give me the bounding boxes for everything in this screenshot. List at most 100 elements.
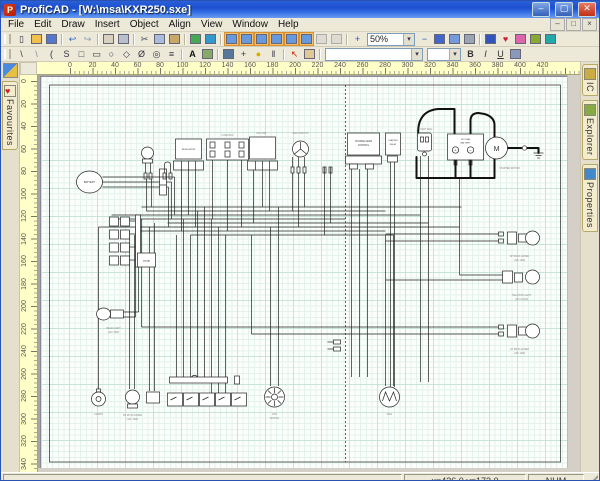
- image-view-icon[interactable]: [203, 32, 218, 46]
- main-switch-symbol[interactable]: MAIN SWITCH: [290, 132, 309, 174]
- regulator-symbol[interactable]: REGULATOR: [173, 138, 204, 171]
- horizontal-ruler[interactable]: 0 20 40 60 80 100 120 140 160 180 200 220 240 260 280 3…: [37, 62, 580, 75]
- align-left-icon[interactable]: [224, 32, 239, 46]
- drawing-canvas[interactable]: BATTERY REGULATOR FUSE BOX CDI UNIT MAIN…: [38, 75, 580, 472]
- wiring-diagram[interactable]: BATTERY REGULATOR FUSE BOX CDI UNIT MAIN…: [41, 77, 569, 469]
- minimize-button[interactable]: –: [532, 2, 550, 17]
- text-zoom-icon[interactable]: [508, 47, 523, 61]
- arc-tool-icon[interactable]: (: [44, 47, 59, 61]
- pins-tool-icon[interactable]: ‖: [266, 47, 281, 61]
- switch-assembly[interactable]: [167, 374, 247, 407]
- battery-symbol[interactable]: BATTERY: [76, 170, 103, 194]
- gate-tool-icon[interactable]: [221, 47, 236, 61]
- open-icon[interactable]: [29, 32, 44, 46]
- align-bottom-icon[interactable]: [299, 32, 314, 46]
- maximize-button[interactable]: ▢: [555, 2, 573, 17]
- mid-connectors[interactable]: [327, 339, 341, 352]
- mdi-restore-button[interactable]: □: [566, 18, 581, 31]
- bold-button[interactable]: B: [463, 47, 478, 61]
- export-page-icon[interactable]: [101, 32, 116, 46]
- copy-icon[interactable]: [152, 32, 167, 46]
- mdi-close-button[interactable]: ×: [582, 18, 597, 31]
- font-combo[interactable]: ▾: [325, 47, 423, 61]
- vertical-ruler[interactable]: 0 20 40 60 80 100 120 140 160 180 200 220 240 260 280 3…: [20, 75, 38, 472]
- vertical-scrollbar[interactable]: [567, 75, 580, 472]
- image-tool-icon[interactable]: [200, 47, 215, 61]
- tab-properties[interactable]: Properties: [582, 163, 598, 232]
- tail-stop-light-symbol[interactable]: TAIL/STOP LIGHT (12V 5/21W): [502, 269, 540, 301]
- rounded-rect-tool-icon[interactable]: ▭: [89, 47, 104, 61]
- fan-motor-symbol[interactable]: FAN MOTOR: [264, 386, 285, 420]
- tab-explorer[interactable]: Explorer: [582, 100, 598, 160]
- head-light-symbol[interactable]: HEAD LIGHT (12V 35W): [96, 307, 124, 334]
- fit-width-icon[interactable]: [447, 32, 462, 46]
- space-evenly-icon[interactable]: [329, 32, 344, 46]
- polyline-tool-icon[interactable]: \: [29, 47, 44, 61]
- gear-control-symbol[interactable]: CHANGE GEAR CONTROL: [345, 132, 382, 170]
- menu-view[interactable]: View: [196, 19, 228, 30]
- close-button[interactable]: ✕: [578, 2, 596, 17]
- fit-page-icon[interactable]: [432, 32, 447, 46]
- line-tool-icon[interactable]: \: [14, 47, 29, 61]
- menu-align[interactable]: Align: [164, 19, 196, 30]
- tab-ic[interactable]: IC: [582, 64, 598, 96]
- small-connector-box[interactable]: [146, 391, 160, 404]
- image-export-icon[interactable]: [188, 32, 203, 46]
- title-bar[interactable]: P ProfiCAD - [W:\msa\KXR250.sxe] – ▢ ✕: [1, 1, 599, 18]
- paste-icon[interactable]: [167, 32, 182, 46]
- bezier-tool-icon[interactable]: S: [59, 47, 74, 61]
- menu-help[interactable]: Help: [273, 19, 304, 30]
- print-icon[interactable]: [116, 32, 131, 46]
- combo-dropdown-icon[interactable]: ▾: [403, 33, 414, 45]
- circle-slash-tool-icon[interactable]: Ø: [134, 47, 149, 61]
- polygon-tool-icon[interactable]: ◇: [119, 47, 134, 61]
- pan-tool-icon[interactable]: [302, 47, 317, 61]
- symbols-favorites-icon[interactable]: ♥: [498, 32, 513, 46]
- align-top-icon[interactable]: [269, 32, 284, 46]
- multiline-tool-icon[interactable]: ≡: [164, 47, 179, 61]
- resize-grip[interactable]: [586, 474, 598, 480]
- wire-network[interactable]: [98, 156, 503, 393]
- zoom-out-icon[interactable]: −: [417, 32, 432, 46]
- rectangle-tool-icon[interactable]: □: [74, 47, 89, 61]
- symbols-flowers-icon[interactable]: [513, 32, 528, 46]
- pilot-lamp-symbol[interactable]: [141, 146, 154, 180]
- align-right-icon[interactable]: [254, 32, 269, 46]
- symbols-plants-icon[interactable]: [528, 32, 543, 46]
- italic-button[interactable]: I: [478, 47, 493, 61]
- menu-file[interactable]: File: [3, 19, 29, 30]
- redo-icon[interactable]: ↪: [80, 32, 95, 46]
- size-combo[interactable]: ▾: [427, 47, 461, 61]
- symbols-ic-icon[interactable]: [543, 32, 558, 46]
- select-tool-icon[interactable]: ↖: [287, 47, 302, 61]
- circle-dot-tool-icon[interactable]: ◎: [149, 47, 164, 61]
- panel-icon[interactable]: [2, 63, 18, 78]
- horizontal-scrollbar[interactable]: [38, 468, 568, 472]
- lh-rr-flasher-symbol[interactable]: LH RR FLASHER (12V 10W): [498, 323, 540, 355]
- start-mag-symbol[interactable]: START MAG: [417, 128, 433, 157]
- fuse-box-symbol[interactable]: FUSE BOX: [206, 134, 249, 161]
- menu-object[interactable]: Object: [125, 19, 164, 30]
- menu-insert[interactable]: Insert: [90, 19, 125, 30]
- battery-12v-symbol[interactable]: 12V 18Ah BATTERY + −: [447, 133, 484, 166]
- ellipse-tool-icon[interactable]: ○: [104, 47, 119, 61]
- cdi-unit-symbol[interactable]: CDI UNIT: [247, 132, 278, 171]
- menu-edit[interactable]: Edit: [29, 19, 56, 30]
- zoom-in-icon[interactable]: +: [350, 32, 365, 46]
- new-icon[interactable]: ▯: [14, 32, 29, 46]
- combo-dropdown-icon[interactable]: ▾: [411, 48, 422, 60]
- toolbar-grip[interactable]: [4, 49, 11, 59]
- schematic-page[interactable]: BATTERY REGULATOR FUSE BOX CDI UNIT MAIN…: [40, 76, 570, 470]
- same-size-icon[interactable]: [314, 32, 329, 46]
- mdi-minimize-button[interactable]: –: [550, 18, 565, 31]
- menu-draw[interactable]: Draw: [56, 19, 89, 30]
- junction-tool-icon[interactable]: +: [236, 47, 251, 61]
- starter-relay-symbol[interactable]: STARTER RELAY: [385, 132, 401, 163]
- node-tool-icon[interactable]: ●: [251, 47, 266, 61]
- fr-flasher-symbol[interactable]: FR RH FLASHER (12V 10W): [123, 389, 142, 421]
- menu-window[interactable]: Window: [227, 19, 273, 30]
- save-icon[interactable]: [44, 32, 59, 46]
- toolbar-grip[interactable]: [4, 34, 11, 44]
- cut-icon[interactable]: ✂: [137, 32, 152, 46]
- settings-icon[interactable]: [462, 32, 477, 46]
